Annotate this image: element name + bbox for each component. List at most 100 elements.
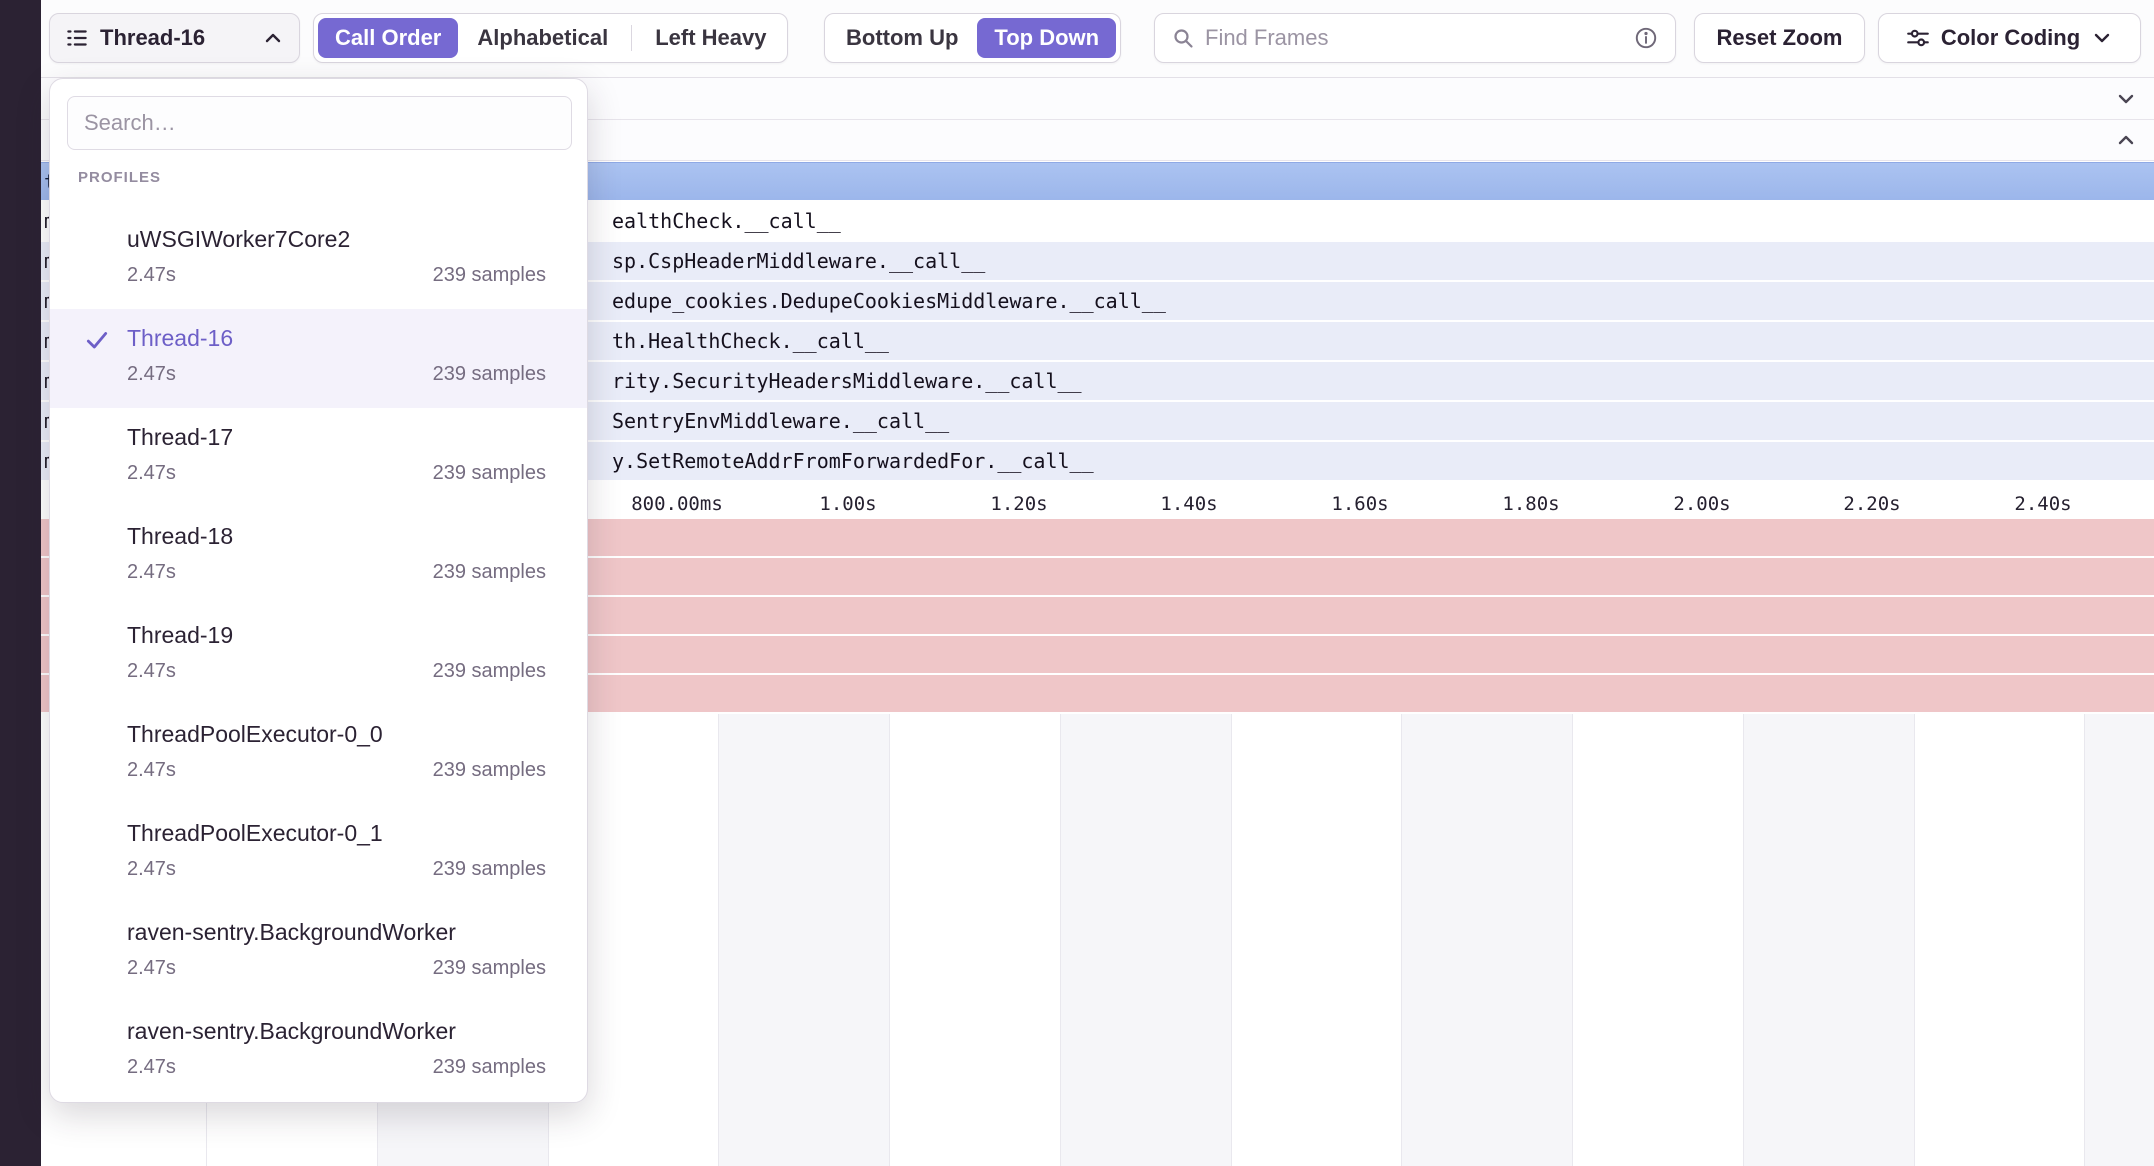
- thread-dropdown-item[interactable]: raven-sentry.BackgroundWorker 2.47s 239 …: [50, 1002, 587, 1101]
- sort-option-left-heavy[interactable]: Left Heavy: [638, 18, 783, 58]
- frame-label: rity.SecurityHeadersMiddleware.__call__: [612, 369, 1082, 393]
- app-sidebar-strip: [0, 0, 41, 1166]
- thread-samples: 239 samples: [433, 1054, 546, 1080]
- thread-duration: 2.47s: [127, 856, 176, 882]
- time-axis-label: 1.60s: [1331, 493, 1388, 515]
- thread-duration: 2.47s: [127, 460, 176, 486]
- reset-zoom-label: Reset Zoom: [1717, 25, 1843, 51]
- grid-column-shade: [1401, 714, 1572, 1166]
- thread-duration: 2.47s: [127, 757, 176, 783]
- time-axis-label: 1.00s: [819, 493, 876, 515]
- grid-line: [1401, 714, 1402, 1166]
- thread-samples: 239 samples: [433, 757, 546, 783]
- thread-dropdown-item[interactable]: Thread-17 2.47s 239 samples: [50, 408, 587, 507]
- thread-name: raven-sentry.BackgroundWorker: [127, 917, 546, 947]
- grid-line: [1060, 714, 1061, 1166]
- thread-dropdown: PROFILES uWSGIWorker7Core2 2.47s 239 sam…: [49, 78, 588, 1103]
- segment-divider: [631, 25, 632, 51]
- thread-samples: 239 samples: [433, 955, 546, 981]
- frame-label: sp.CspHeaderMiddleware.__call__: [612, 249, 985, 273]
- color-coding-label: Color Coding: [1941, 25, 2080, 51]
- time-axis-label: 1.40s: [1160, 493, 1217, 515]
- thread-duration: 2.47s: [127, 262, 176, 288]
- reset-zoom-button[interactable]: Reset Zoom: [1694, 13, 1865, 63]
- thread-samples: 239 samples: [433, 658, 546, 684]
- color-coding-button[interactable]: Color Coding: [1878, 13, 2141, 63]
- grid-column-shade: [1743, 714, 1914, 1166]
- thread-name: raven-sentry.BackgroundWorker: [127, 1016, 546, 1046]
- thread-dropdown-item[interactable]: ThreadPoolExecutor-0_1 2.47s 239 samples: [50, 804, 587, 903]
- profiles-section-label: PROFILES: [78, 169, 161, 186]
- time-axis-label: 2.20s: [1843, 493, 1900, 515]
- grid-line: [1914, 714, 1915, 1166]
- thread-duration: 2.47s: [127, 658, 176, 684]
- grid-line: [1231, 714, 1232, 1166]
- thread-name: Thread-18: [127, 521, 546, 551]
- thread-name: Thread-16: [127, 323, 546, 353]
- thread-dropdown-item[interactable]: uWSGIWorker7Core2 2.47s 239 samples: [50, 210, 587, 309]
- thread-duration: 2.47s: [127, 361, 176, 387]
- grid-column-shade: [1060, 714, 1231, 1166]
- frame-label: ealthCheck.__call__: [612, 209, 841, 233]
- time-axis-label: 1.20s: [990, 493, 1047, 515]
- find-frames-input[interactable]: [1205, 25, 1623, 51]
- thread-name: Thread-19: [127, 620, 546, 650]
- time-axis-label: 2.00s: [1673, 493, 1730, 515]
- frame-label: edupe_cookies.DedupeCookiesMiddleware.__…: [612, 289, 1166, 313]
- frame-label: SentryEnvMiddleware.__call__: [612, 409, 949, 433]
- grid-column-shade: [718, 714, 889, 1166]
- thread-name: Thread-17: [127, 422, 546, 452]
- thread-samples: 239 samples: [433, 559, 546, 585]
- thread-dropdown-item[interactable]: ThreadPoolExecutor-0_0 2.47s 239 samples: [50, 705, 587, 804]
- grid-column-shade: [2084, 714, 2154, 1166]
- thread-dropdown-item[interactable]: Thread-19 2.47s 239 samples: [50, 606, 587, 705]
- search-icon: [1171, 26, 1195, 50]
- thread-samples: 239 samples: [433, 262, 546, 288]
- thread-dropdown-item[interactable]: Thread-18 2.47s 239 samples: [50, 507, 587, 606]
- info-icon[interactable]: [1633, 25, 1659, 51]
- thread-selector-button[interactable]: Thread-16: [49, 13, 300, 63]
- chevron-down-icon: [2090, 26, 2114, 50]
- thread-list-icon: [64, 25, 90, 51]
- thread-name: ThreadPoolExecutor-0_0: [127, 719, 546, 749]
- toolbar: Thread-16 Call OrderAlphabetical Left Hea…: [41, 0, 2154, 78]
- thread-name: uWSGIWorker7Core2: [127, 224, 546, 254]
- direction-option-bottom-up[interactable]: Bottom Up: [829, 18, 975, 58]
- find-frames-box: [1154, 13, 1676, 63]
- thread-name: ThreadPoolExecutor-0_1: [127, 818, 546, 848]
- chevron-up-icon: [2114, 128, 2138, 152]
- time-axis-label: 800.00ms: [631, 493, 723, 515]
- sort-option-alphabetical[interactable]: Alphabetical: [460, 18, 625, 58]
- thread-selector-label: Thread-16: [100, 25, 205, 51]
- thread-dropdown-item[interactable]: Thread-16 2.47s 239 samples: [50, 309, 587, 408]
- view-direction-group: Bottom UpTop Down: [824, 13, 1121, 63]
- time-axis-label: 1.80s: [1502, 493, 1559, 515]
- thread-dropdown-item[interactable]: raven-sentry.BackgroundWorker 2.47s 239 …: [50, 903, 587, 1002]
- chevron-up-icon: [261, 26, 285, 50]
- grid-line: [1743, 714, 1744, 1166]
- check-icon: [84, 327, 110, 353]
- grid-line: [889, 714, 890, 1166]
- profile-list: uWSGIWorker7Core2 2.47s 239 samples Thre…: [50, 210, 587, 1101]
- sort-option-call-order[interactable]: Call Order: [318, 18, 458, 58]
- thread-duration: 2.47s: [127, 1054, 176, 1080]
- profiler-flamegraph-view: t m ealthCheck.__call__ m sp.CspHeaderMi…: [0, 0, 2154, 1166]
- expand-panel-button[interactable]: [2112, 85, 2140, 113]
- sort-order-group: Call OrderAlphabetical Left Heavy: [313, 13, 788, 63]
- thread-samples: 239 samples: [433, 460, 546, 486]
- frame-label: th.HealthCheck.__call__: [612, 329, 889, 353]
- collapse-panel-button[interactable]: [2112, 126, 2140, 154]
- thread-samples: 239 samples: [433, 361, 546, 387]
- direction-option-top-down[interactable]: Top Down: [977, 18, 1116, 58]
- time-axis-label: 2.40s: [2014, 493, 2071, 515]
- grid-line: [1572, 714, 1573, 1166]
- grid-line: [718, 714, 719, 1166]
- thread-duration: 2.47s: [127, 955, 176, 981]
- grid-line: [2084, 714, 2085, 1166]
- sliders-icon: [1905, 25, 1931, 51]
- frame-label: y.SetRemoteAddrFromForwardedFor.__call__: [612, 449, 1094, 473]
- thread-search-input[interactable]: [67, 96, 572, 150]
- thread-duration: 2.47s: [127, 559, 176, 585]
- thread-samples: 239 samples: [433, 856, 546, 882]
- chevron-down-icon: [2114, 87, 2138, 111]
